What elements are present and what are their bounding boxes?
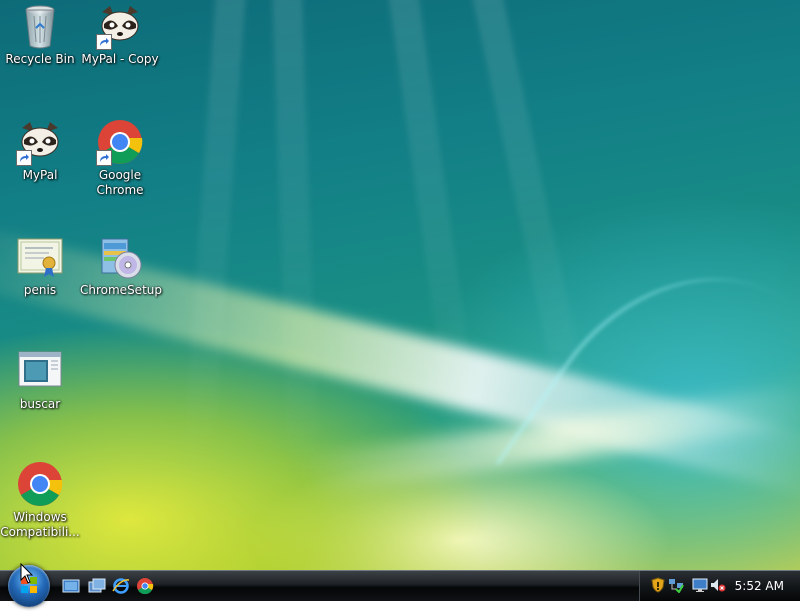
desktop-icon-buscar[interactable]: buscar xyxy=(0,347,80,412)
display-icon[interactable] xyxy=(692,577,708,593)
chrome-icon xyxy=(16,460,64,508)
desktop-icon-label: buscar xyxy=(19,397,61,411)
volume-muted-icon[interactable] xyxy=(710,577,726,593)
window-app-icon xyxy=(16,347,64,395)
desktop-icon-google-chrome[interactable]: Google Chrome xyxy=(80,118,160,198)
wallpaper-ray xyxy=(270,0,320,481)
switch-windows-icon[interactable] xyxy=(88,577,106,595)
network-icon[interactable] xyxy=(668,577,684,594)
mouse-cursor-icon xyxy=(20,562,34,589)
shortcut-arrow-icon xyxy=(96,150,112,166)
desktop-icon-recycle-bin[interactable]: Recycle Bin xyxy=(0,2,80,67)
desktop-background[interactable]: Recycle Bin MyPal - Copy MyPal Google Ch… xyxy=(0,0,800,570)
installer-icon xyxy=(96,233,144,281)
wallpaper-ray xyxy=(383,0,487,480)
desktop-icon-label: penis xyxy=(23,283,57,297)
raccoon-icon xyxy=(96,2,144,50)
show-desktop-icon[interactable] xyxy=(62,577,80,595)
certificate-icon xyxy=(16,233,64,281)
wallpaper-ray xyxy=(466,0,604,478)
desktop-icon-label: Recycle Bin xyxy=(5,52,75,66)
desktop-icon-chromesetup[interactable]: ChromeSetup xyxy=(80,233,162,298)
desktop-icon-penis[interactable]: penis xyxy=(0,233,80,298)
desktop-icon-label: Windows Compatibili... xyxy=(0,510,80,539)
wallpaper-ray xyxy=(181,0,249,481)
raccoon-icon xyxy=(16,118,64,166)
desktop-icon-label: Google Chrome xyxy=(96,168,144,197)
taskbar-clock[interactable]: 5:52 AM xyxy=(735,579,784,593)
desktop-icon-label: ChromeSetup xyxy=(80,283,162,297)
shortcut-arrow-icon xyxy=(96,34,112,50)
chrome-icon xyxy=(96,118,144,166)
security-shield-icon[interactable] xyxy=(650,577,666,593)
recycle-bin-icon xyxy=(16,2,64,50)
desktop-icon-mypal[interactable]: MyPal xyxy=(0,118,80,183)
system-tray: 5:52 AM xyxy=(639,571,800,601)
internet-explorer-icon[interactable] xyxy=(112,577,130,595)
taskbar: 5:52 AM xyxy=(0,565,800,607)
chrome-icon[interactable] xyxy=(136,577,154,595)
desktop-icon-mypal-copy[interactable]: MyPal - Copy xyxy=(80,2,160,67)
shortcut-arrow-icon xyxy=(16,150,32,166)
desktop-icon-windows-compatibility[interactable]: Windows Compatibili... xyxy=(0,460,80,540)
desktop-icon-label: MyPal - Copy xyxy=(81,52,159,66)
desktop-icon-label: MyPal xyxy=(22,168,58,182)
wallpaper-streak xyxy=(299,384,800,496)
